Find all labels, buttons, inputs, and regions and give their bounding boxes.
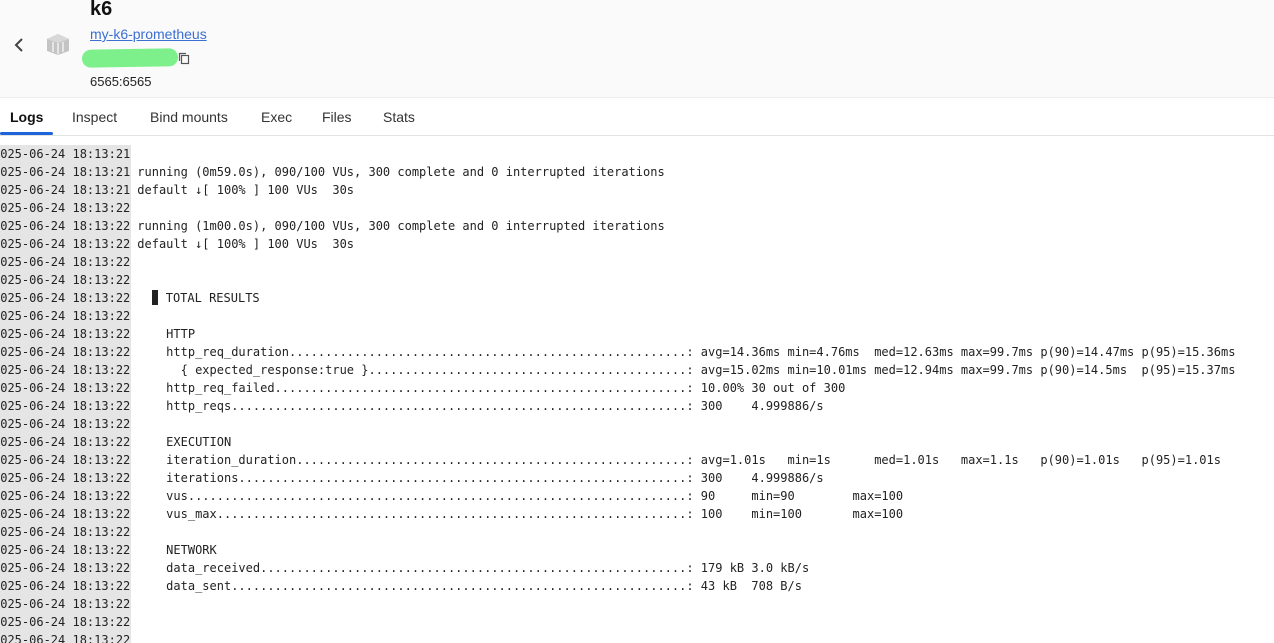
log-timestamp: 2025-06-24 18:13:22	[0, 415, 132, 433]
log-line: 2025-06-24 18:13:22 http_req_duration...…	[0, 343, 1235, 361]
log-line: 2025-06-24 18:13:22	[0, 271, 137, 289]
log-message: data_received...........................…	[137, 561, 810, 575]
log-timestamp: 2025-06-24 18:13:22	[0, 505, 132, 523]
log-line: 2025-06-24 18:13:22 vus.................…	[0, 487, 903, 505]
log-timestamp: 2025-06-24 18:13:22	[0, 469, 132, 487]
log-timestamp: 2025-06-24 18:13:22	[0, 523, 132, 541]
log-timestamp: 2025-06-24 18:13:22	[0, 271, 132, 289]
log-line: 2025-06-24 18:13:22 HTTP	[0, 325, 195, 343]
log-line: 2025-06-24 18:13:22 iterations..........…	[0, 469, 824, 487]
copy-icon[interactable]	[178, 52, 190, 65]
tab-stats[interactable]: Stats	[383, 98, 415, 135]
container-header: k6 my-k6-prometheus 6565:6565	[0, 0, 1274, 98]
tab-inspect[interactable]: Inspect	[72, 98, 117, 135]
tab-logs[interactable]: Logs	[0, 98, 55, 135]
log-line: 2025-06-24 18:13:22 NETWORK	[0, 541, 217, 559]
log-timestamp: 2025-06-24 18:13:22	[0, 433, 132, 451]
log-timestamp: 2025-06-24 18:13:22	[0, 199, 132, 217]
log-timestamp: 2025-06-24 18:13:22	[0, 343, 132, 361]
log-message: default ↓[ 100% ] 100 VUs 30s	[137, 237, 355, 251]
log-timestamp: 2025-06-24 18:13:22	[0, 379, 132, 397]
log-timestamp: 2025-06-24 18:13:22	[0, 559, 132, 577]
log-line: 2025-06-24 18:13:22 TOTAL RESULTS	[0, 289, 260, 307]
log-line: 2025-06-24 18:13:22	[0, 595, 137, 613]
log-timestamp: 2025-06-24 18:13:22	[0, 397, 132, 415]
log-timestamp: 2025-06-24 18:13:22	[0, 325, 132, 343]
log-line: 2025-06-24 18:13:22	[0, 613, 137, 631]
log-timestamp: 2025-06-24 18:13:22	[0, 307, 132, 325]
log-message: vus_max.................................…	[137, 507, 904, 521]
log-line: 2025-06-24 18:13:22	[0, 415, 137, 433]
log-timestamp: 2025-06-24 18:13:22	[0, 289, 132, 307]
log-line: 2025-06-24 18:13:22	[0, 253, 137, 271]
log-message: NETWORK	[137, 543, 217, 557]
log-timestamp: 2025-06-24 18:13:21	[0, 163, 132, 181]
log-message: http_reqs...............................…	[137, 399, 824, 413]
log-line: 2025-06-24 18:13:22	[0, 523, 137, 541]
log-line: 2025-06-24 18:13:22 { expected_response:…	[0, 361, 1235, 379]
log-line: 2025-06-24 18:13:21 default ↓[ 100% ] 100…	[0, 181, 354, 199]
log-message: iteration_duration......................…	[137, 453, 1221, 467]
log-message: vus.....................................…	[137, 489, 904, 503]
log-line: 2025-06-24 18:13:22 default ↓[ 100% ] 100…	[0, 235, 354, 253]
log-line: 2025-06-24 18:13:22 data_sent...........…	[0, 577, 802, 595]
port-mapping[interactable]: 6565:6565	[90, 74, 151, 89]
log-timestamp: 2025-06-24 18:13:21	[0, 145, 132, 163]
tab-exec[interactable]: Exec	[261, 98, 292, 135]
log-line: 2025-06-24 18:13:22 iteration_duration..…	[0, 451, 1221, 469]
log-message: http_req_failed.........................…	[137, 381, 846, 395]
log-message: HTTP	[137, 327, 196, 341]
log-message: running (0m59.0s), 090/100 VUs, 300 comp…	[137, 165, 665, 179]
log-timestamp: 2025-06-24 18:13:21	[0, 181, 132, 199]
log-timestamp: 2025-06-24 18:13:22	[0, 595, 132, 613]
log-line: 2025-06-24 18:13:22	[0, 307, 137, 325]
log-timestamp: 2025-06-24 18:13:22	[0, 253, 132, 271]
container-title: k6	[90, 0, 113, 20]
log-timestamp: 2025-06-24 18:13:22	[0, 235, 132, 253]
log-message: http_req_duration.......................…	[137, 345, 1236, 359]
log-timestamp: 2025-06-24 18:13:22	[0, 487, 132, 505]
log-timestamp: 2025-06-24 18:13:22	[0, 577, 132, 595]
log-line: 2025-06-24 18:13:22 data_received.......…	[0, 559, 809, 577]
log-message: data_sent...............................…	[137, 579, 802, 593]
log-message: default ↓[ 100% ] 100 VUs 30s	[137, 183, 355, 197]
section-marker	[151, 290, 158, 305]
log-line: 2025-06-24 18:13:22 http_req_failed.....…	[0, 379, 845, 397]
log-timestamp: 2025-06-24 18:13:22	[0, 631, 132, 643]
log-message: running (1m00.0s), 090/100 VUs, 300 comp…	[137, 219, 665, 233]
log-line: 2025-06-24 18:13:21 running (0m59.0s), 09…	[0, 163, 665, 181]
log-line: 2025-06-24 18:13:22	[0, 199, 137, 217]
tab-files[interactable]: Files	[322, 98, 352, 135]
log-message: TOTAL RESULTS	[137, 290, 260, 305]
log-timestamp: 2025-06-24 18:13:22	[0, 217, 132, 235]
log-timestamp: 2025-06-24 18:13:22	[0, 541, 132, 559]
log-output[interactable]: 2025-06-24 18:13:21 2025-06-24 18:13:21 ru…	[0, 145, 1274, 643]
container-name-link[interactable]: my-k6-prometheus	[90, 26, 207, 42]
container-icon	[47, 34, 69, 55]
log-timestamp: 2025-06-24 18:13:22	[0, 361, 132, 379]
log-line: 2025-06-24 18:13:22 running (1m00.0s), 09…	[0, 217, 665, 235]
tab-bar: Logs Inspect Bind mounts Exec Files Stat…	[0, 98, 1274, 136]
log-message: iterations..............................…	[137, 471, 824, 485]
log-line: 2025-06-24 18:13:21	[0, 145, 137, 163]
tab-bind-mounts[interactable]: Bind mounts	[150, 98, 228, 135]
log-line: 2025-06-24 18:13:22 EXECUTION	[0, 433, 231, 451]
log-message: EXECUTION	[137, 435, 232, 449]
log-line: 2025-06-24 18:13:22 vus_max.............…	[0, 505, 903, 523]
back-arrow-icon[interactable]	[10, 36, 28, 54]
redacted-id	[81, 48, 179, 68]
log-timestamp: 2025-06-24 18:13:22	[0, 451, 132, 469]
log-line: 2025-06-24 18:13:22	[0, 631, 137, 643]
log-message: { expected_response:true }..............…	[137, 363, 1236, 377]
log-line: 2025-06-24 18:13:22 http_reqs...........…	[0, 397, 824, 415]
log-timestamp: 2025-06-24 18:13:22	[0, 613, 132, 631]
